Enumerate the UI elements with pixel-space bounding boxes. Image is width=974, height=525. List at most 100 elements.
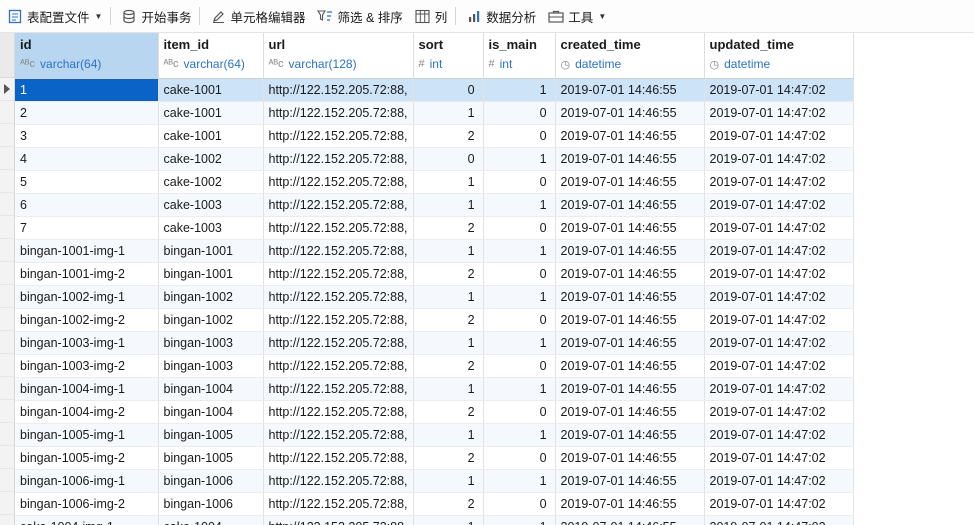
cell-is_main[interactable]: 1: [483, 469, 556, 493]
column-header-4[interactable]: is_main # int: [483, 33, 556, 79]
table-row[interactable]: 7 cake-1003 http://122.152.205.72:88, 2 0 201…: [15, 216, 854, 240]
table-row[interactable]: bingan-1005-img-2 bingan-1005 http://122.1…: [15, 446, 854, 470]
cell-url[interactable]: http://122.152.205.72:88,: [263, 78, 414, 102]
cell-id[interactable]: bingan-1001-img-1: [15, 239, 159, 263]
cell-created_time[interactable]: 2019-07-01 14:46:55: [555, 354, 705, 378]
table-row[interactable]: bingan-1001-img-1 bingan-1001 http://122.1…: [15, 239, 854, 263]
cell-is_main[interactable]: 1: [483, 423, 556, 447]
cell-item_id[interactable]: bingan-1006: [158, 469, 264, 493]
cell-url[interactable]: http://122.152.205.72:88,: [263, 400, 414, 424]
row-marker[interactable]: [0, 354, 14, 377]
row-marker[interactable]: [0, 308, 14, 331]
table-row[interactable]: 6 cake-1003 http://122.152.205.72:88, 1 1 201…: [15, 193, 854, 217]
cell-is_main[interactable]: 0: [483, 262, 556, 286]
cell-updated_time[interactable]: 2019-07-01 14:47:02: [704, 216, 854, 240]
cell-is_main[interactable]: 0: [483, 216, 556, 240]
begin-transaction-button[interactable]: 开始事务: [116, 4, 196, 28]
cell-sort[interactable]: 1: [413, 331, 484, 355]
cell-created_time[interactable]: 2019-07-01 14:46:55: [555, 216, 705, 240]
cell-is_main[interactable]: 1: [483, 285, 556, 309]
cell-sort[interactable]: 2: [413, 492, 484, 516]
cell-url[interactable]: http://122.152.205.72:88,: [263, 101, 414, 125]
cell-editor-button[interactable]: 单元格编辑器: [205, 4, 310, 28]
cell-sort[interactable]: 1: [413, 193, 484, 217]
cell-sort[interactable]: 1: [413, 423, 484, 447]
cell-item_id[interactable]: bingan-1002: [158, 285, 264, 309]
cell-updated_time[interactable]: 2019-07-01 14:47:02: [704, 446, 854, 470]
cell-id[interactable]: bingan-1006-img-1: [15, 469, 159, 493]
cell-created_time[interactable]: 2019-07-01 14:46:55: [555, 239, 705, 263]
cell-id[interactable]: bingan-1005-img-2: [15, 446, 159, 470]
cell-url[interactable]: http://122.152.205.72:88,: [263, 170, 414, 194]
row-marker[interactable]: [0, 492, 14, 515]
cell-is_main[interactable]: 1: [483, 239, 556, 263]
cell-is_main[interactable]: 1: [483, 515, 556, 525]
cell-sort[interactable]: 1: [413, 239, 484, 263]
cell-updated_time[interactable]: 2019-07-01 14:47:02: [704, 515, 854, 525]
column-header-1[interactable]: item_id ᴬᴮc varchar(64): [158, 33, 264, 79]
cell-item_id[interactable]: bingan-1001: [158, 262, 264, 286]
cell-url[interactable]: http://122.152.205.72:88,: [263, 515, 414, 525]
row-marker[interactable]: [0, 331, 14, 354]
table-row[interactable]: 1 cake-1001 http://122.152.205.72:88, 0 1 201…: [15, 78, 854, 102]
cell-url[interactable]: http://122.152.205.72:88,: [263, 216, 414, 240]
cell-url[interactable]: http://122.152.205.72:88,: [263, 377, 414, 401]
table-row[interactable]: bingan-1003-img-2 bingan-1003 http://122.1…: [15, 354, 854, 378]
cell-url[interactable]: http://122.152.205.72:88,: [263, 285, 414, 309]
cell-url[interactable]: http://122.152.205.72:88,: [263, 239, 414, 263]
cell-is_main[interactable]: 0: [483, 101, 556, 125]
cell-url[interactable]: http://122.152.205.72:88,: [263, 354, 414, 378]
row-marker[interactable]: [0, 377, 14, 400]
cell-is_main[interactable]: 0: [483, 308, 556, 332]
cell-is_main[interactable]: 0: [483, 170, 556, 194]
cell-created_time[interactable]: 2019-07-01 14:46:55: [555, 170, 705, 194]
cell-sort[interactable]: 0: [413, 78, 484, 102]
cell-id[interactable]: bingan-1002-img-2: [15, 308, 159, 332]
cell-sort[interactable]: 2: [413, 216, 484, 240]
cell-item_id[interactable]: bingan-1005: [158, 423, 264, 447]
table-row[interactable]: 2 cake-1001 http://122.152.205.72:88, 1 0 201…: [15, 101, 854, 125]
cell-item_id[interactable]: bingan-1005: [158, 446, 264, 470]
row-marker[interactable]: [0, 239, 14, 262]
table-row[interactable]: bingan-1002-img-1 bingan-1002 http://122.1…: [15, 285, 854, 309]
cell-item_id[interactable]: bingan-1004: [158, 377, 264, 401]
row-marker[interactable]: [0, 170, 14, 193]
cell-is_main[interactable]: 0: [483, 400, 556, 424]
cell-is_main[interactable]: 1: [483, 331, 556, 355]
cell-created_time[interactable]: 2019-07-01 14:46:55: [555, 423, 705, 447]
cell-created_time[interactable]: 2019-07-01 14:46:55: [555, 124, 705, 148]
cell-sort[interactable]: 1: [413, 170, 484, 194]
columns-button[interactable]: 列: [410, 4, 453, 28]
row-marker[interactable]: [0, 101, 14, 124]
cell-id[interactable]: 7: [15, 216, 159, 240]
table-row[interactable]: bingan-1006-img-2 bingan-1006 http://122.1…: [15, 492, 854, 516]
row-marker[interactable]: [0, 193, 14, 216]
row-marker[interactable]: [0, 78, 14, 101]
cell-sort[interactable]: 2: [413, 446, 484, 470]
column-header-0[interactable]: id ᴬᴮc varchar(64): [15, 33, 159, 79]
cell-updated_time[interactable]: 2019-07-01 14:47:02: [704, 193, 854, 217]
cell-url[interactable]: http://122.152.205.72:88,: [263, 492, 414, 516]
cell-url[interactable]: http://122.152.205.72:88,: [263, 147, 414, 171]
row-marker[interactable]: [0, 400, 14, 423]
cell-is_main[interactable]: 0: [483, 354, 556, 378]
cell-created_time[interactable]: 2019-07-01 14:46:55: [555, 147, 705, 171]
table-row[interactable]: cake-1004-img-1cake-1004http://122.152.2…: [15, 515, 854, 525]
cell-sort[interactable]: 2: [413, 400, 484, 424]
row-marker[interactable]: [0, 515, 14, 525]
cell-id[interactable]: cake-1004-img-1: [15, 515, 159, 525]
column-header-5[interactable]: created_time ◷ datetime: [555, 33, 705, 79]
column-header-6[interactable]: updated_time ◷ datetime: [704, 33, 854, 79]
cell-item_id[interactable]: cake-1001: [158, 101, 264, 125]
cell-updated_time[interactable]: 2019-07-01 14:47:02: [704, 469, 854, 493]
cell-url[interactable]: http://122.152.205.72:88,: [263, 124, 414, 148]
table-row[interactable]: bingan-1004-img-1 bingan-1004 http://122.1…: [15, 377, 854, 401]
cell-id[interactable]: 6: [15, 193, 159, 217]
cell-is_main[interactable]: 1: [483, 147, 556, 171]
cell-sort[interactable]: 1: [413, 377, 484, 401]
cell-item_id[interactable]: cake-1003: [158, 216, 264, 240]
cell-created_time[interactable]: 2019-07-01 14:46:55: [555, 469, 705, 493]
data-analysis-button[interactable]: 数据分析: [461, 4, 541, 28]
cell-item_id[interactable]: cake-1002: [158, 170, 264, 194]
cell-is_main[interactable]: 1: [483, 193, 556, 217]
